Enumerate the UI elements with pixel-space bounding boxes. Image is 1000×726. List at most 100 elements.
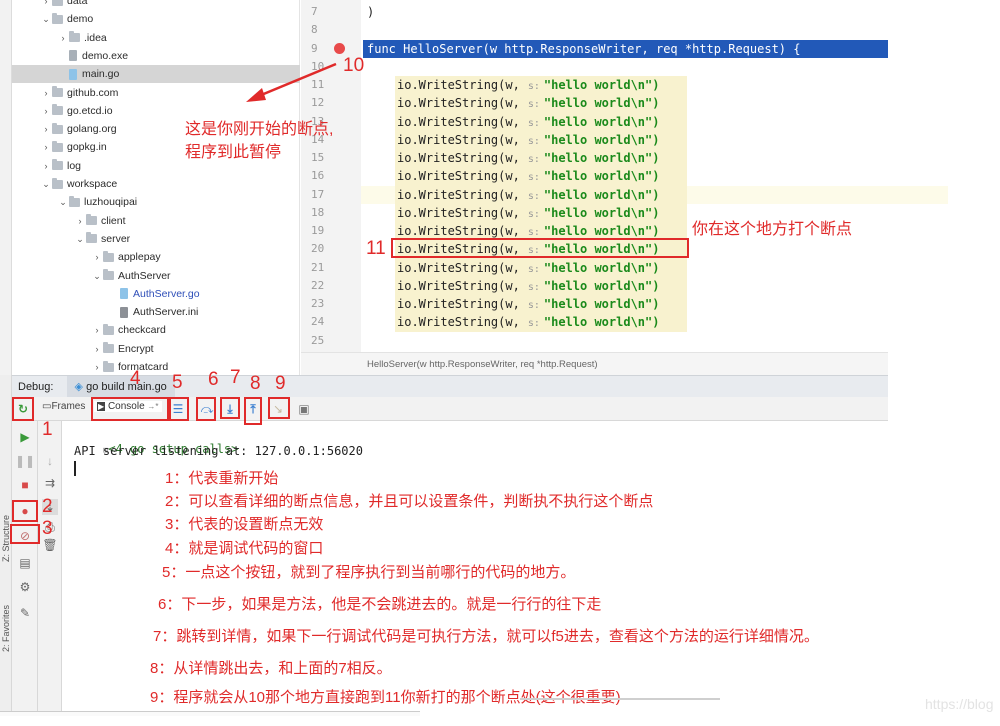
code-editor[interactable]: 7 8 9 10 11 12 13 14 15 16 17 18 19 20 21 22 23 24 25 ) fun… — [301, 0, 1000, 375]
folder-icon — [103, 342, 114, 354]
tree-item[interactable]: › Encrypt — [0, 340, 154, 358]
frames-tab[interactable]: ▭Frames — [42, 401, 85, 412]
editor-gutter[interactable]: 7 8 9 10 11 12 13 14 15 16 17 18 19 20 21 22 23 24 25 — [301, 0, 361, 352]
settings-icon[interactable]: ⚙ — [17, 579, 33, 595]
soft-wrap-icon[interactable]: ⇉ — [42, 475, 58, 491]
tree-item[interactable]: › go.etcd.io — [0, 102, 113, 120]
line-number[interactable]: 22 — [311, 277, 341, 295]
stop-icon[interactable]: ■ — [17, 477, 33, 493]
scroll-down-icon[interactable]: ↓ — [42, 453, 58, 469]
code-line[interactable]: io.WriteString(w, s: "hello world\n") — [397, 167, 659, 185]
editor-breadcrumb[interactable]: HelloServer(w http.ResponseWriter, req *… — [301, 352, 888, 375]
line-number[interactable]: 19 — [311, 222, 341, 240]
layout-icon[interactable]: ▤ — [17, 555, 33, 571]
tree-item[interactable]: ⌄ AuthServer — [0, 267, 171, 285]
line-number[interactable]: 20 — [311, 240, 341, 258]
callout-num-11: 11 — [366, 238, 386, 259]
line-number[interactable]: 15 — [311, 149, 341, 167]
run-config-tab-label: go build main.go — [86, 381, 167, 393]
favorites-tab[interactable]: 2: Favorites — [1, 605, 11, 652]
chevron-down-icon[interactable]: ⌄ — [74, 230, 86, 248]
chevron-right-icon[interactable]: › — [40, 84, 52, 102]
tree-item[interactable]: › applepay — [0, 248, 161, 266]
callout-num-1: 1 — [42, 419, 53, 440]
code-line[interactable]: io.WriteString(w, s: "hello world\n") — [397, 94, 659, 112]
line-number[interactable]: 8 — [311, 21, 341, 39]
code-line[interactable]: io.WriteString(w, s: "hello world\n") — [397, 259, 659, 277]
chevron-right-icon[interactable]: › — [57, 29, 69, 47]
tree-item[interactable]: ⌄ workspace — [0, 175, 117, 193]
folder-icon — [86, 214, 97, 226]
tree-item[interactable]: › formatcard — [0, 358, 168, 376]
resume-icon[interactable]: ▶ — [17, 429, 33, 445]
tree-item[interactable]: › log — [0, 157, 81, 175]
code-line[interactable]: io.WriteString(w, s: "hello world\n") — [397, 204, 659, 222]
chevron-right-icon[interactable]: › — [40, 102, 52, 120]
code-line[interactable]: io.WriteString(w, s: "hello world\n") — [397, 295, 659, 313]
code-line[interactable]: io.WriteString(w, s: "hello world\n") — [397, 131, 659, 149]
tree-item[interactable]: ⌄ demo — [0, 10, 93, 28]
string-literal: "hello world\n") — [543, 260, 660, 275]
callout-num-8: 8 — [250, 373, 261, 394]
folder-icon — [69, 195, 80, 207]
chevron-down-icon[interactable]: ⌄ — [91, 267, 103, 285]
tree-item[interactable]: › github.com — [0, 84, 118, 102]
code-line[interactable]: io.WriteString(w, s: "hello world\n") — [397, 149, 659, 167]
code-line[interactable]: ) — [367, 3, 374, 21]
tree-item-label: github.com — [67, 86, 119, 99]
chevron-right-icon[interactable]: › — [40, 157, 52, 175]
pause-icon[interactable]: ❚❚ — [15, 453, 35, 469]
code-line[interactable]: io.WriteString(w, s: "hello world\n") — [397, 186, 659, 204]
chevron-right-icon[interactable]: › — [91, 358, 103, 376]
debug-label: Debug: — [18, 381, 54, 393]
line-number[interactable]: 23 — [311, 295, 341, 313]
chevron-right-icon[interactable]: › — [40, 120, 52, 138]
tree-item[interactable]: AuthServer.ini — [0, 303, 198, 321]
param-hint: s: — [527, 81, 540, 92]
run-config-tab[interactable]: ◈ go build main.go — [66, 376, 175, 398]
chevron-right-icon[interactable]: › — [40, 0, 52, 10]
callout-box-8 — [244, 397, 262, 425]
tree-item[interactable]: › .idea — [0, 29, 107, 47]
line-number[interactable]: 25 — [311, 332, 341, 350]
chevron-down-icon[interactable]: ⌄ — [40, 175, 52, 193]
chevron-down-icon[interactable]: ⌄ — [57, 193, 69, 211]
code-line[interactable]: io.WriteString(w, s: "hello world\n") — [397, 76, 659, 94]
line-number[interactable]: 18 — [311, 204, 341, 222]
chevron-right-icon[interactable]: › — [74, 212, 86, 230]
tree-item[interactable]: › gopkg.in — [0, 138, 107, 156]
breakpoint-icon[interactable] — [334, 42, 345, 54]
evaluate-expression-icon[interactable]: ▣ — [296, 401, 312, 417]
tree-item[interactable]: ⌄ luzhouqipai — [0, 193, 137, 211]
param-hint: s: — [527, 318, 540, 330]
chevron-right-icon[interactable]: › — [91, 321, 103, 339]
chevron-right-icon[interactable]: › — [40, 138, 52, 156]
line-number[interactable]: 21 — [311, 259, 341, 277]
line-number[interactable]: 7 — [311, 3, 341, 21]
tree-item[interactable]: AuthServer.go — [0, 285, 200, 303]
tree-item[interactable]: › client — [0, 212, 126, 230]
chevron-right-icon[interactable]: › — [91, 248, 103, 266]
tree-item[interactable]: › golang.org — [0, 120, 117, 138]
chevron-down-icon[interactable]: ⌄ — [40, 10, 52, 28]
tree-item[interactable]: › checkcard — [0, 321, 166, 339]
line-number[interactable]: 17 — [311, 186, 341, 204]
tree-item[interactable]: ⌄ server — [0, 230, 130, 248]
chevron-right-icon[interactable]: › — [91, 340, 103, 358]
legend-item-2: 2：可以查看详细的断点信息，并且可以设置条件，判断执不执行这个断点 — [165, 493, 654, 510]
console-line-setup[interactable]: ⊞<4 go setup calls> — [74, 425, 238, 456]
highlighted-code-line[interactable]: func HelloServer(w http.ResponseWriter, … — [363, 39, 888, 58]
tree-item[interactable]: demo.exe — [0, 47, 128, 65]
code-line[interactable]: io.WriteString(w, s: "hello world\n") — [397, 277, 659, 295]
bottom-scrollbar[interactable] — [0, 711, 420, 716]
code-line[interactable]: io.WriteString(w, s: "hello world\n") — [397, 313, 659, 331]
code-line[interactable]: io.WriteString(w, s: "hello world\n") — [397, 113, 659, 131]
line-number[interactable]: 24 — [311, 313, 341, 331]
line-number[interactable]: 16 — [311, 167, 341, 185]
pin-icon[interactable]: ✎ — [17, 605, 33, 621]
callout-num-2: 2 — [42, 496, 53, 517]
file-icon — [120, 306, 128, 318]
string-literal: "hello world\n") — [543, 132, 660, 147]
tree-item[interactable]: › data — [0, 0, 87, 10]
clear-icon[interactable]: 🗑 — [42, 537, 58, 553]
